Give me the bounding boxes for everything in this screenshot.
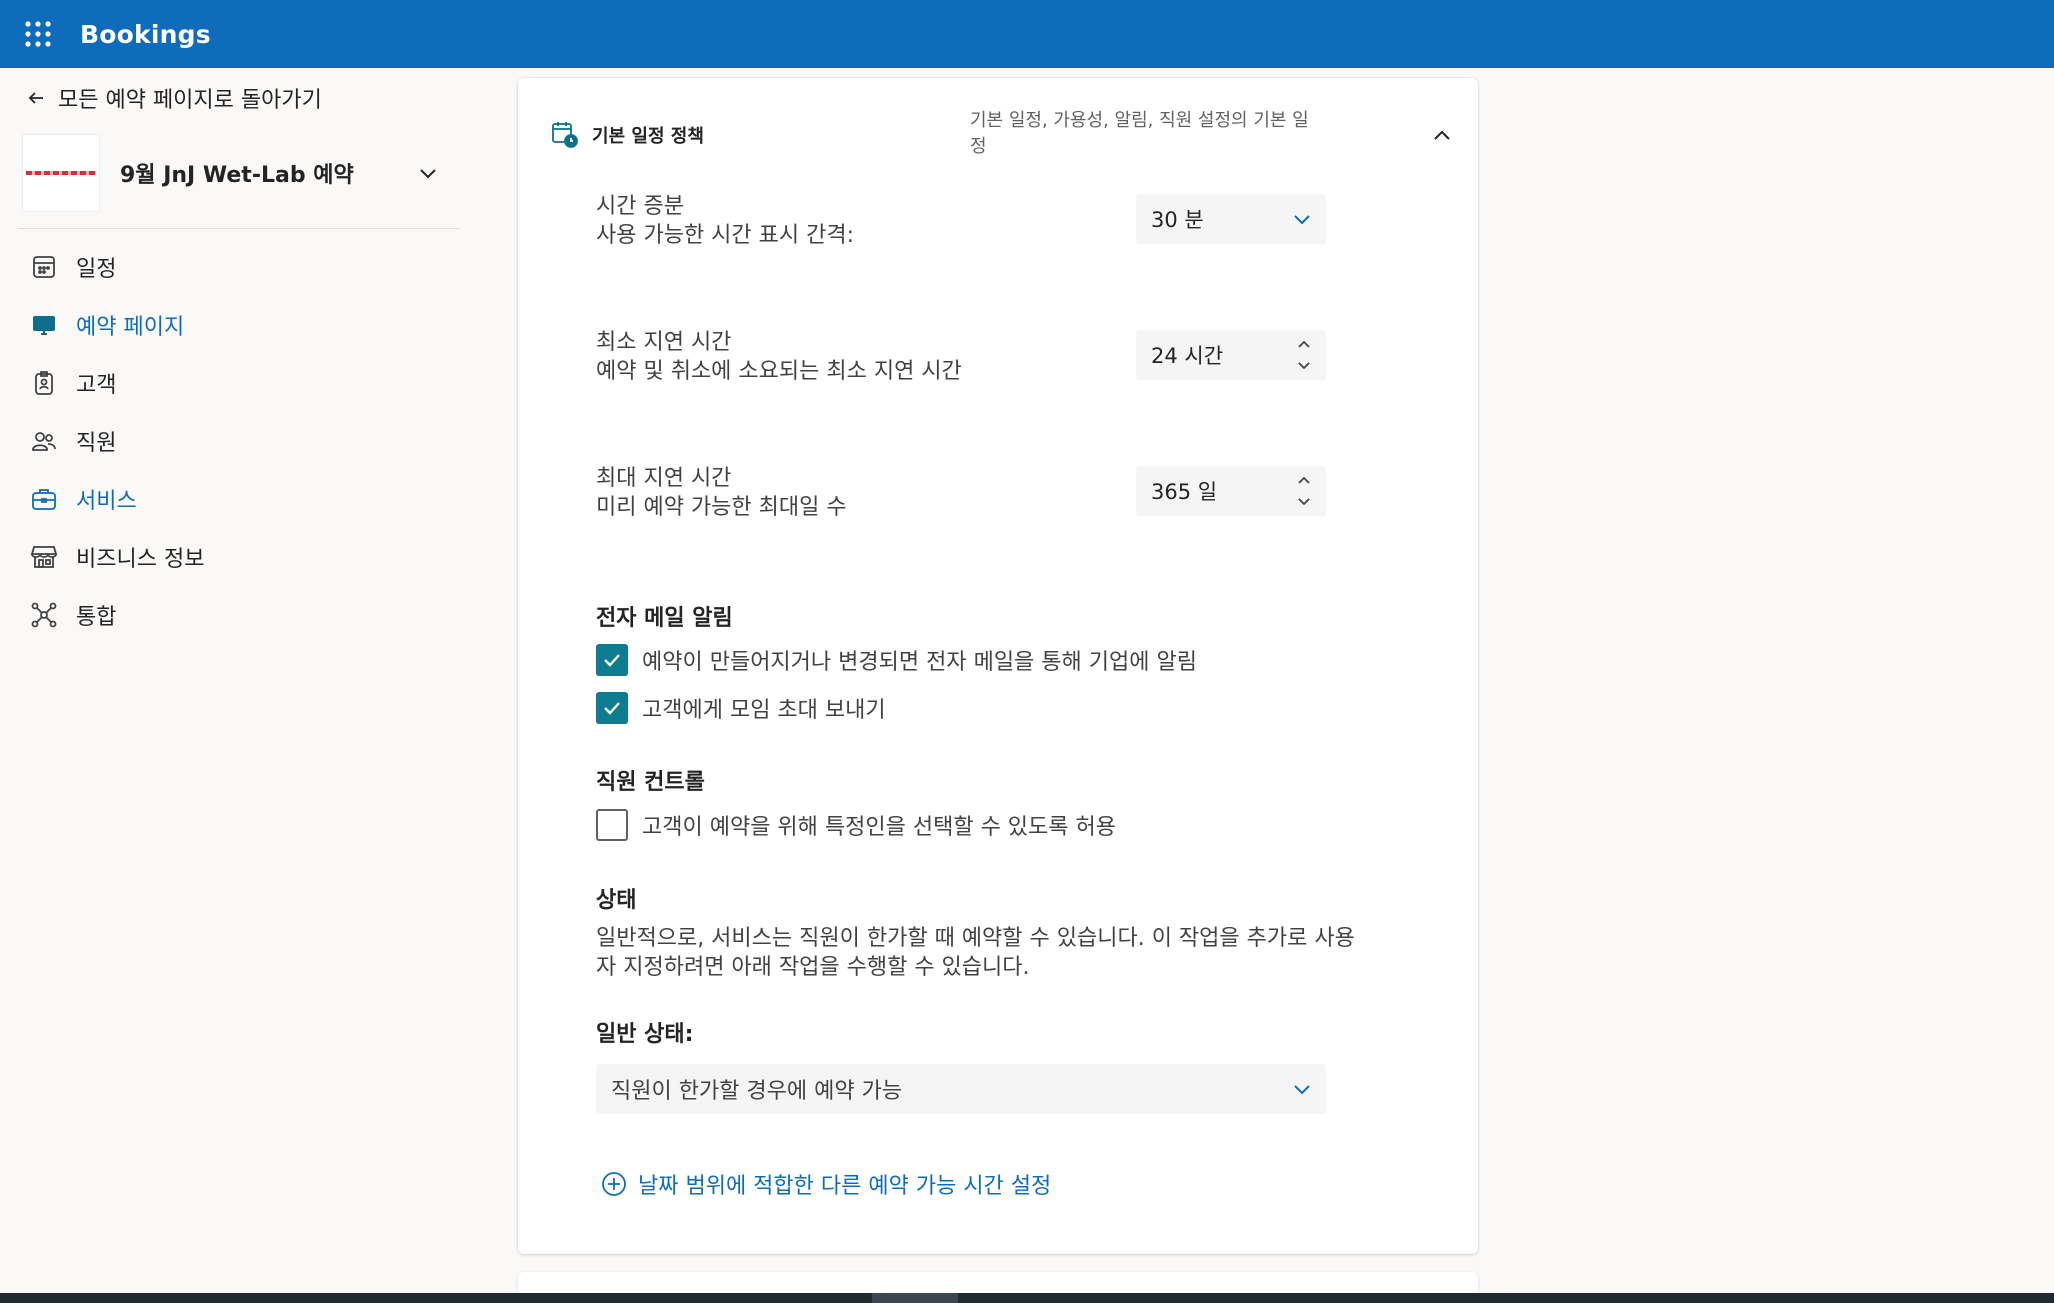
add-availability-label: 날짜 범위에 적합한 다른 예약 가능 시간 설정 xyxy=(638,1174,1052,1199)
staff-control-title: 직원 컨트롤 xyxy=(596,770,705,795)
status-description: 일반적으로, 서비스는 직원이 한가할 때 예약할 수 있습니다. 이 작업을 … xyxy=(596,926,1355,980)
sidebar-item-services[interactable]: 서비스 xyxy=(18,470,458,528)
email-notifications-title: 전자 메일 알림 xyxy=(596,606,733,631)
min-lead-label-group: 최소 지연 시간 예약 및 취소에 소요되는 최소 지연 시간 xyxy=(596,328,966,386)
checkbox-checked[interactable] xyxy=(596,692,628,724)
chevron-down-icon xyxy=(1294,1085,1310,1095)
page-logo xyxy=(22,134,100,212)
min-lead-value: 24 시간 xyxy=(1151,344,1224,368)
checkmark-icon xyxy=(604,702,620,715)
sidebar-item-calendar[interactable]: 일정 xyxy=(18,238,458,296)
spin-down-icon[interactable] xyxy=(1294,492,1314,512)
min-lead-description: 예약 및 취소에 소요되는 최소 지연 시간 xyxy=(596,359,962,384)
arrow-left-icon xyxy=(28,92,43,104)
sidebar-item-label: 고객 xyxy=(76,373,117,398)
card-description: 기본 일정, 가용성, 알림, 직원 설정의 기본 일정 xyxy=(970,110,1309,157)
back-link-label: 모든 예약 페이지로 돌아가기 xyxy=(58,88,322,113)
app-header: Bookings xyxy=(0,0,2054,68)
allow-staff-selection-checkbox[interactable]: 고객이 예약을 위해 특정인을 선택할 수 있도록 허용 xyxy=(596,809,1116,841)
allow-staff-selection-label: 고객이 예약을 위해 특정인을 선택할 수 있도록 허용 xyxy=(642,815,1116,840)
add-circle-icon xyxy=(602,1172,626,1196)
booking-page-selector[interactable]: 9월 JnJ Wet-Lab 예약 xyxy=(22,132,452,214)
max-lead-label-group: 최대 지연 시간 미리 예약 가능한 최대일 수 xyxy=(596,464,966,522)
booking-page-name: 9월 JnJ Wet-Lab 예약 xyxy=(120,163,354,188)
status-title: 상태 xyxy=(596,888,637,913)
sidebar-item-label: 일정 xyxy=(76,257,117,282)
app-launcher-icon[interactable] xyxy=(8,4,68,64)
taskbar-strip xyxy=(0,1293,2054,1303)
chevron-down-icon xyxy=(1294,215,1310,225)
monitor-icon xyxy=(33,316,55,335)
sidebar-item-staff[interactable]: 직원 xyxy=(18,412,458,470)
time-increment-dropdown[interactable]: 30 분 xyxy=(1136,194,1326,244)
spin-down-icon[interactable] xyxy=(1294,356,1314,376)
general-status-value: 직원이 한가할 경우에 예약 가능 xyxy=(611,1079,903,1104)
chevron-up-icon[interactable] xyxy=(1428,122,1456,150)
min-lead-label: 최소 지연 시간 xyxy=(596,330,732,355)
max-lead-description: 미리 예약 가능한 최대일 수 xyxy=(596,495,847,520)
checkbox-checked[interactable] xyxy=(596,644,628,676)
add-availability-link[interactable]: 날짜 범위에 적합한 다른 예약 가능 시간 설정 xyxy=(600,1168,1051,1200)
min-lead-time-spinner[interactable]: 24 시간 xyxy=(1136,330,1326,380)
people-icon xyxy=(32,432,56,451)
max-lead-label: 최대 지연 시간 xyxy=(596,466,732,491)
time-increment-value: 30 분 xyxy=(1151,208,1204,232)
sidebar-divider xyxy=(18,228,460,229)
app-title[interactable]: Bookings xyxy=(80,20,211,49)
spin-up-icon[interactable] xyxy=(1294,334,1314,354)
calendar-icon xyxy=(33,256,55,278)
sidebar-item-label: 직원 xyxy=(76,431,117,456)
contact-card-icon xyxy=(35,371,53,395)
max-lead-time-spinner[interactable]: 365 일 xyxy=(1136,466,1326,516)
time-increment-label: 시간 증분 xyxy=(596,194,684,219)
general-status-label: 일반 상태: xyxy=(596,1022,694,1047)
sidebar-nav: 일정 예약 페이지 고객 직원 서비스 비즈니스 정보 통합 xyxy=(18,238,458,644)
back-to-booking-pages-link[interactable]: 모든 예약 페이지로 돌아가기 xyxy=(26,82,322,114)
sidebar-item-customers[interactable]: 고객 xyxy=(18,354,458,412)
time-increment-description: 사용 가능한 시간 표시 간격: xyxy=(596,223,855,248)
send-meeting-invite-checkbox[interactable]: 고객에게 모임 초대 보내기 xyxy=(596,692,886,724)
sidebar-item-label: 통합 xyxy=(76,605,117,630)
general-status-dropdown[interactable]: 직원이 한가할 경우에 예약 가능 xyxy=(596,1064,1326,1114)
max-lead-value: 365 일 xyxy=(1151,480,1218,504)
sidebar-item-label: 비즈니스 정보 xyxy=(76,547,205,572)
send-meeting-invite-label: 고객에게 모임 초대 보내기 xyxy=(642,698,886,723)
notify-business-checkbox[interactable]: 예약이 만들어지거나 변경되면 전자 메일을 통해 기업에 알림 xyxy=(596,644,1197,676)
scheduling-policy-card: 기본 일정 정책 기본 일정, 가용성, 알림, 직원 설정의 기본 일정 시간… xyxy=(518,78,1478,1254)
scrollbar-thumb[interactable] xyxy=(872,1293,958,1303)
time-increment-label-group: 시간 증분 사용 가능한 시간 표시 간격: xyxy=(596,192,966,250)
sidebar: 모든 예약 페이지로 돌아가기 9월 JnJ Wet-Lab 예약 일정 예약 … xyxy=(0,68,470,1303)
card-title: 기본 일정 정책 xyxy=(592,126,704,147)
sidebar-item-label: 서비스 xyxy=(76,489,137,514)
spin-up-icon[interactable] xyxy=(1294,470,1314,490)
sidebar-item-label: 예약 페이지 xyxy=(76,315,185,340)
briefcase-icon xyxy=(32,489,56,510)
chevron-down-icon xyxy=(420,169,436,179)
calendar-clock-icon xyxy=(552,122,578,148)
notify-business-label: 예약이 만들어지거나 변경되면 전자 메일을 통해 기업에 알림 xyxy=(642,650,1197,675)
checkmark-icon xyxy=(604,654,620,667)
sidebar-item-business-info[interactable]: 비즈니스 정보 xyxy=(18,528,458,586)
store-icon xyxy=(30,546,58,568)
sidebar-item-booking-page[interactable]: 예약 페이지 xyxy=(18,296,458,354)
checkbox-unchecked[interactable] xyxy=(596,809,628,841)
sidebar-item-integrations[interactable]: 통합 xyxy=(18,586,458,644)
integration-icon xyxy=(31,602,57,628)
